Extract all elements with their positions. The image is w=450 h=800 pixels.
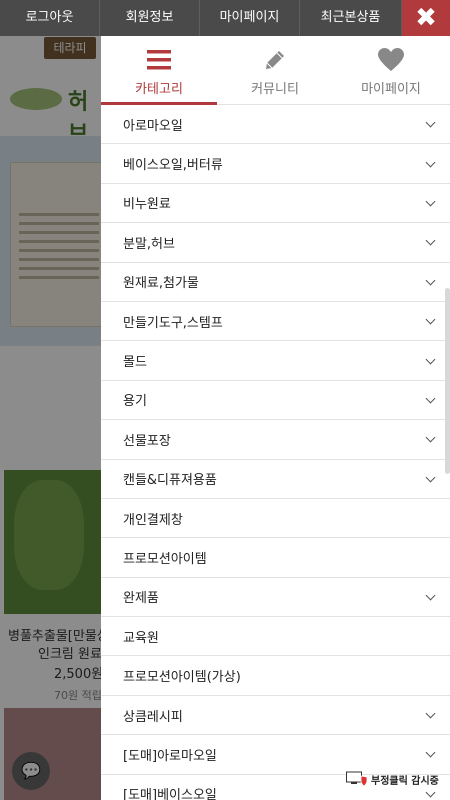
category-item[interactable]: 선물포장 [101,420,450,460]
scrollbar[interactable] [445,288,450,474]
fraud-click-monitor-badge: 부정클릭 감시중 [346,770,450,788]
recently-viewed-link[interactable]: 최근본상품 [300,0,402,36]
chevron-down-icon [425,787,436,798]
category-item[interactable]: 원재료,첨가물 [101,263,450,302]
chevron-down-icon [425,157,436,168]
tab-label: 카테고리 [135,82,183,97]
chevron-down-icon [425,196,436,207]
monitor-shield-icon [346,771,368,787]
chevron-down-icon [425,275,436,286]
heart-icon [333,46,449,74]
tab-label: 마이페이지 [361,82,421,97]
chevron-down-icon [425,472,436,483]
category-item[interactable]: 교육원 [101,617,450,657]
chevron-down-icon [425,708,436,719]
chevron-down-icon [425,432,436,443]
chevron-down-icon [425,393,436,404]
member-info-link[interactable]: 회원정보 [100,0,200,36]
category-item[interactable]: 몰드 [101,341,450,381]
category-item[interactable]: 완제품 [101,578,450,618]
chevron-down-icon [425,235,436,246]
category-item[interactable]: 분말,허브 [101,223,450,263]
top-nav-bar: 로그아웃 회원정보 마이페이지 최근본상품 [0,0,450,36]
category-item[interactable]: 캔들&디퓨져용품 [101,460,450,499]
menu-tabs: 카테고리 커뮤니티 마이페이지 [101,36,450,105]
category-item[interactable]: 베이스오일,버터류 [101,144,450,184]
category-item[interactable]: 용기 [101,381,450,421]
category-item[interactable]: 프로모션아이템(가상) [101,656,450,696]
category-item[interactable]: 아로마오일 [101,105,450,145]
tab-mypage[interactable]: 마이페이지 [333,36,449,105]
chevron-down-icon [425,314,436,325]
chevron-down-icon [425,590,436,601]
category-item[interactable]: 비누원료 [101,184,450,224]
chevron-down-icon [425,747,436,758]
chevron-down-icon [425,354,436,364]
close-menu-button[interactable]: ✖ [402,0,450,36]
logout-link[interactable]: 로그아웃 [0,0,100,36]
chevron-down-icon [425,117,436,128]
tab-label: 커뮤니티 [251,82,299,97]
hamburger-menu-icon [101,46,217,74]
category-item[interactable]: 개인결제창 [101,499,450,539]
category-item[interactable]: 만들기도구,스템프 [101,302,450,342]
side-menu-panel: 카테고리 커뮤니티 마이페이지 아로마오일 베이스오일,버터류 비누원료 분말,… [101,36,450,800]
close-icon: ✖ [415,3,437,33]
category-item[interactable]: [도매]아로마오일 [101,735,450,775]
pencil-icon [217,46,333,74]
mypage-link[interactable]: 마이페이지 [200,0,300,36]
tab-community[interactable]: 커뮤니티 [217,36,333,105]
category-item[interactable]: 상큼레시피 [101,696,450,736]
badge-label: 부정클릭 감시중 [371,775,439,787]
category-item[interactable]: 프로모션아이템 [101,538,450,578]
tab-category[interactable]: 카테고리 [101,36,217,105]
category-list: 아로마오일 베이스오일,버터류 비누원료 분말,허브 원재료,첨가물 만들기도구… [101,105,450,800]
